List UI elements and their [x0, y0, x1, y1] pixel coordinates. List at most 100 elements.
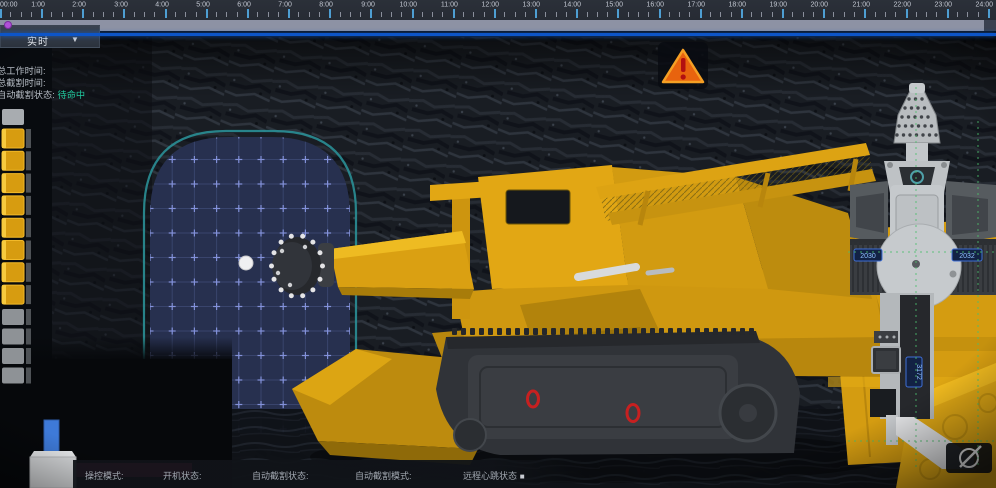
- timeline-tick: [391, 12, 392, 17]
- timeline-tick: [535, 9, 537, 18]
- realtime-mode-dropdown[interactable]: 实时 ▼: [0, 25, 100, 48]
- timeline-tick: [278, 12, 279, 17]
- timeline-tick: [422, 12, 423, 17]
- timeline-tick: [370, 9, 372, 18]
- timeline-tick: [854, 12, 855, 17]
- timeline-tick: [607, 12, 608, 17]
- timeline-tick: [576, 9, 578, 18]
- timeline-tick: [823, 9, 825, 18]
- timeline-tick: [566, 12, 567, 17]
- timeline-tick: [587, 12, 588, 17]
- timeline-track-band[interactable]: [0, 20, 984, 31]
- timeline-tick: [967, 12, 968, 17]
- timeline-tick: [93, 12, 94, 17]
- status-item-auto-cut-state: 自动截割状态:: [252, 468, 311, 482]
- hour-label: 21:00: [852, 1, 870, 9]
- timeline-tick: [103, 12, 104, 17]
- timeline-tick: [669, 12, 670, 17]
- dropdown-arrow-icon: ▼: [71, 35, 79, 44]
- timeline-tick: [247, 9, 249, 18]
- timeline-tick: [175, 12, 176, 17]
- timeline-tick: [545, 12, 546, 17]
- hour-label: 24:00: [976, 1, 994, 9]
- timeline-tick: [916, 12, 917, 17]
- timeline-tick: [875, 12, 876, 17]
- timeline-tick: [360, 12, 361, 17]
- hour-label: 6:00: [237, 1, 251, 9]
- hour-label: 12:00: [482, 1, 500, 9]
- timeline-tick: [185, 12, 186, 17]
- status-item-control-mode: 操控模式:: [85, 468, 126, 482]
- timeline-tick: [659, 9, 661, 18]
- timeline-tick: [237, 12, 238, 17]
- timeline-tick: [123, 9, 125, 18]
- timeline-tick: [72, 12, 73, 17]
- timeline-tick: [319, 12, 320, 17]
- timeline-playhead-marker[interactable]: [4, 21, 12, 29]
- hour-label: 2:00: [73, 1, 87, 9]
- hour-label: 00:00: [0, 1, 18, 9]
- timeline-tick: [216, 12, 217, 17]
- accent-divider: [0, 33, 996, 36]
- hour-label: 22:00: [893, 1, 911, 9]
- timeline-tick: [761, 12, 762, 17]
- timeline-tick: [751, 12, 752, 17]
- timeline-tick: [648, 12, 649, 17]
- hour-label: 15:00: [605, 1, 623, 9]
- timeline-tick: [617, 9, 619, 18]
- hour-label: 8:00: [320, 1, 334, 9]
- timeline-tick: [988, 9, 990, 18]
- timeline-tick: [350, 12, 351, 17]
- hour-label: 3:00: [114, 1, 128, 9]
- warning-alert-button[interactable]: [658, 42, 708, 89]
- timeline-tick: [504, 12, 505, 17]
- hour-label: 16:00: [646, 1, 664, 9]
- timeline-tick: [700, 9, 702, 18]
- timeline-tick: [10, 12, 11, 17]
- timeline-tick: [473, 12, 474, 17]
- hour-label: 11:00: [441, 1, 458, 9]
- timeline-tick: [288, 9, 290, 18]
- timeline-tick: [442, 12, 443, 17]
- hour-label: 14:00: [564, 1, 582, 9]
- hour-label: 23:00: [934, 1, 952, 9]
- timeline-tick: [556, 12, 557, 17]
- timeline-tick: [731, 12, 732, 17]
- timeline-tick: [484, 12, 485, 17]
- timeline-tick: [803, 12, 804, 17]
- timeline-tick: [113, 12, 114, 17]
- timeline-tick: [936, 12, 937, 17]
- status-line-auto-cut-state: 自动截割状态:待命中: [0, 87, 85, 98]
- status-line-total-cut-time: 总截割时间:: [0, 75, 85, 86]
- timeline-tick: [144, 12, 145, 17]
- timeline-tick: [597, 12, 598, 17]
- machine-status-panel: 总工作时间: 总截割时间: 自动截割状态:待命中: [0, 63, 93, 99]
- hour-label: 20:00: [811, 1, 829, 9]
- heartbeat-indicator-square: ■: [520, 472, 525, 481]
- hour-label: 10:00: [399, 1, 417, 9]
- hour-label: 9:00: [361, 1, 375, 9]
- timeline-tick: [813, 12, 814, 17]
- hour-label: 13:00: [523, 1, 541, 9]
- timeline-tick: [906, 9, 908, 18]
- timeline-tick: [21, 12, 22, 17]
- timeline-tick: [494, 9, 496, 18]
- hour-label: 4:00: [155, 1, 169, 9]
- viewport-3d[interactable]: 2030 2032 3172: [0, 37, 996, 488]
- warning-triangle-icon: [658, 42, 708, 89]
- timeline-tick: [833, 12, 834, 17]
- timeline-tick: [453, 9, 455, 18]
- timeline-tick: [154, 12, 155, 17]
- timeline-tick: [134, 12, 135, 17]
- timeline-tick: [638, 12, 639, 17]
- timeline-tick: [298, 12, 299, 17]
- timeline-tick: [82, 9, 84, 18]
- timeline-tick: [206, 9, 208, 18]
- timeline-tick: [689, 12, 690, 17]
- timeline-tick: [226, 12, 227, 17]
- timeline-tick: [628, 12, 629, 17]
- timeline-tick: [31, 12, 32, 17]
- timeline-tick: [525, 12, 526, 17]
- timeline-tick: [926, 12, 927, 17]
- timeline-scrubber[interactable]: 00:001:002:003:004:005:006:007:008:009:0…: [0, 0, 996, 31]
